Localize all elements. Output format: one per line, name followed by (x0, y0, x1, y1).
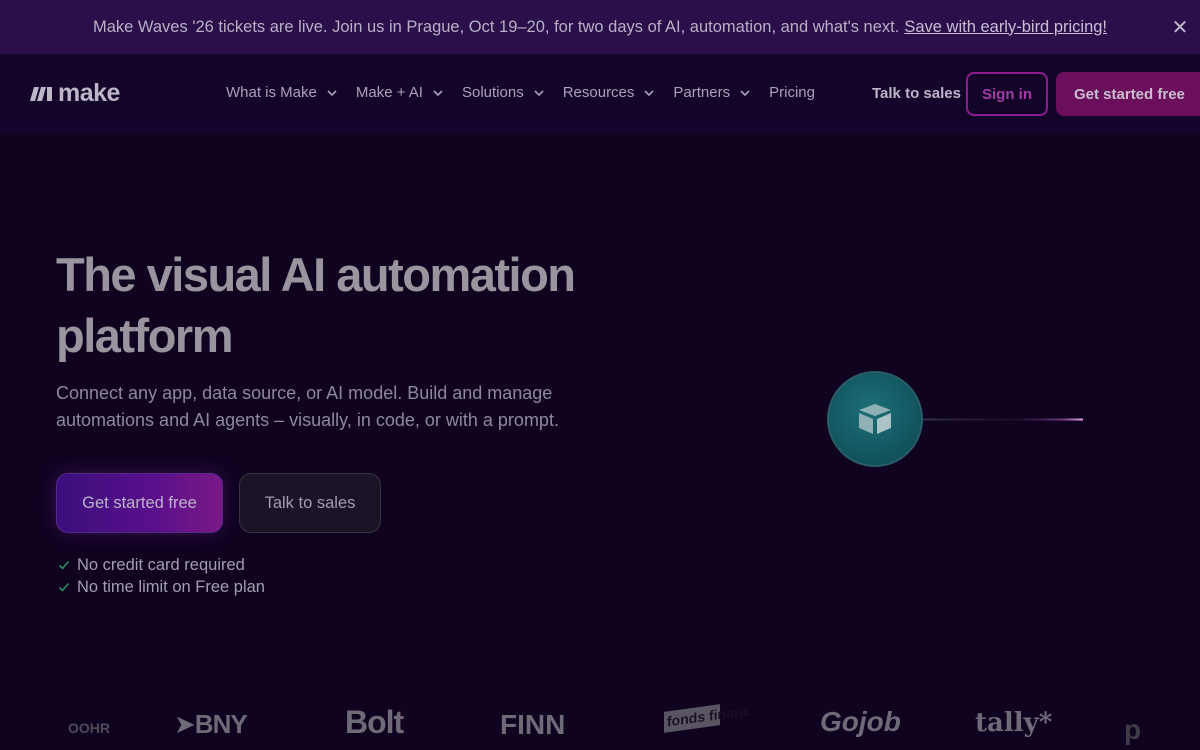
chevron-down-icon (433, 89, 443, 96)
hero-subtitle: Connect any app, data source, or AI mode… (56, 380, 616, 434)
menu-item-make-ai[interactable]: Make + AI (356, 84, 444, 101)
logo-fonds-finanz: fonds finanz (664, 702, 749, 733)
logo-oohr: OOHR (68, 720, 110, 736)
chevron-down-icon (644, 89, 654, 96)
close-icon[interactable]: ✕ (1168, 15, 1192, 39)
logo-wordmark: make (58, 78, 120, 107)
menu-item-label: Pricing (769, 84, 815, 101)
make-logo-mark-icon (30, 87, 52, 101)
check-label: No time limit on Free plan (77, 577, 265, 596)
logo-finn: FINN (500, 709, 566, 740)
logo-partial: p (1124, 714, 1142, 745)
menu-item-resources[interactable]: Resources (563, 84, 656, 101)
menu-item-label: What is Make (226, 84, 317, 101)
logo-bolt: Bolt (345, 704, 404, 740)
banner-text: Make Waves '26 tickets are live. Join us… (92, 17, 900, 36)
hero-title-line-1: The visual AI automation (56, 248, 576, 301)
make-logo[interactable]: make (30, 79, 120, 107)
list-item: No time limit on Free plan (58, 576, 265, 598)
main-menu: What is Make Make + AI Solutions Resourc… (226, 84, 833, 101)
menu-item-label: Partners (673, 84, 731, 101)
menu-item-pricing[interactable]: Pricing (769, 84, 815, 101)
hero-title-line-2: platform (56, 309, 234, 362)
talk-to-sales-button[interactable]: Talk to sales (239, 473, 381, 533)
chevron-down-icon (327, 89, 337, 96)
top-navigation: make What is Make Make + AI Solutions Re… (0, 54, 1200, 134)
list-item: No credit card required (58, 554, 265, 576)
logo-gojob: Gojob (820, 706, 901, 737)
chevron-down-icon (534, 89, 544, 96)
hero-title: The visual AI automation platform (56, 244, 656, 366)
logo-tally: tally* (975, 708, 1053, 738)
checkmark-icon (58, 560, 70, 570)
menu-item-solutions[interactable]: Solutions (462, 84, 545, 101)
talk-to-sales-link[interactable]: Talk to sales (872, 85, 961, 102)
get-started-nav-button[interactable]: Get started free (1056, 72, 1200, 116)
check-label: No credit card required (77, 555, 245, 574)
logo-bny: ➤BNY (174, 709, 248, 739)
chevron-down-icon (740, 89, 750, 96)
banner-link[interactable]: Save with early-bird pricing! (904, 18, 1107, 37)
app-node (827, 371, 923, 467)
sign-in-button[interactable]: Sign in (966, 72, 1048, 116)
menu-item-label: Solutions (461, 84, 524, 101)
airtable-icon (859, 404, 891, 434)
menu-item-partners[interactable]: Partners (673, 84, 751, 101)
hero-checklist: No credit card required No time limit on… (58, 554, 265, 598)
hero-subtitle-line-1: Connect any app, data source, or AI mode… (56, 383, 553, 403)
announcement-banner: Make Waves '26 tickets are live. Join us… (0, 0, 1200, 54)
checkmark-icon (58, 582, 70, 592)
menu-item-label: Make + AI (355, 84, 423, 101)
connection-beam (923, 418, 1083, 421)
get-started-free-button[interactable]: Get started free (56, 473, 223, 533)
hero-subtitle-line-2: automations and AI agents – visually, in… (56, 410, 559, 430)
customer-logos: OOHR ➤BNY Bolt FINN fonds finanz Gojob t… (60, 700, 1160, 750)
menu-item-what-is-make[interactable]: What is Make (226, 84, 338, 101)
menu-item-label: Resources (562, 84, 635, 101)
